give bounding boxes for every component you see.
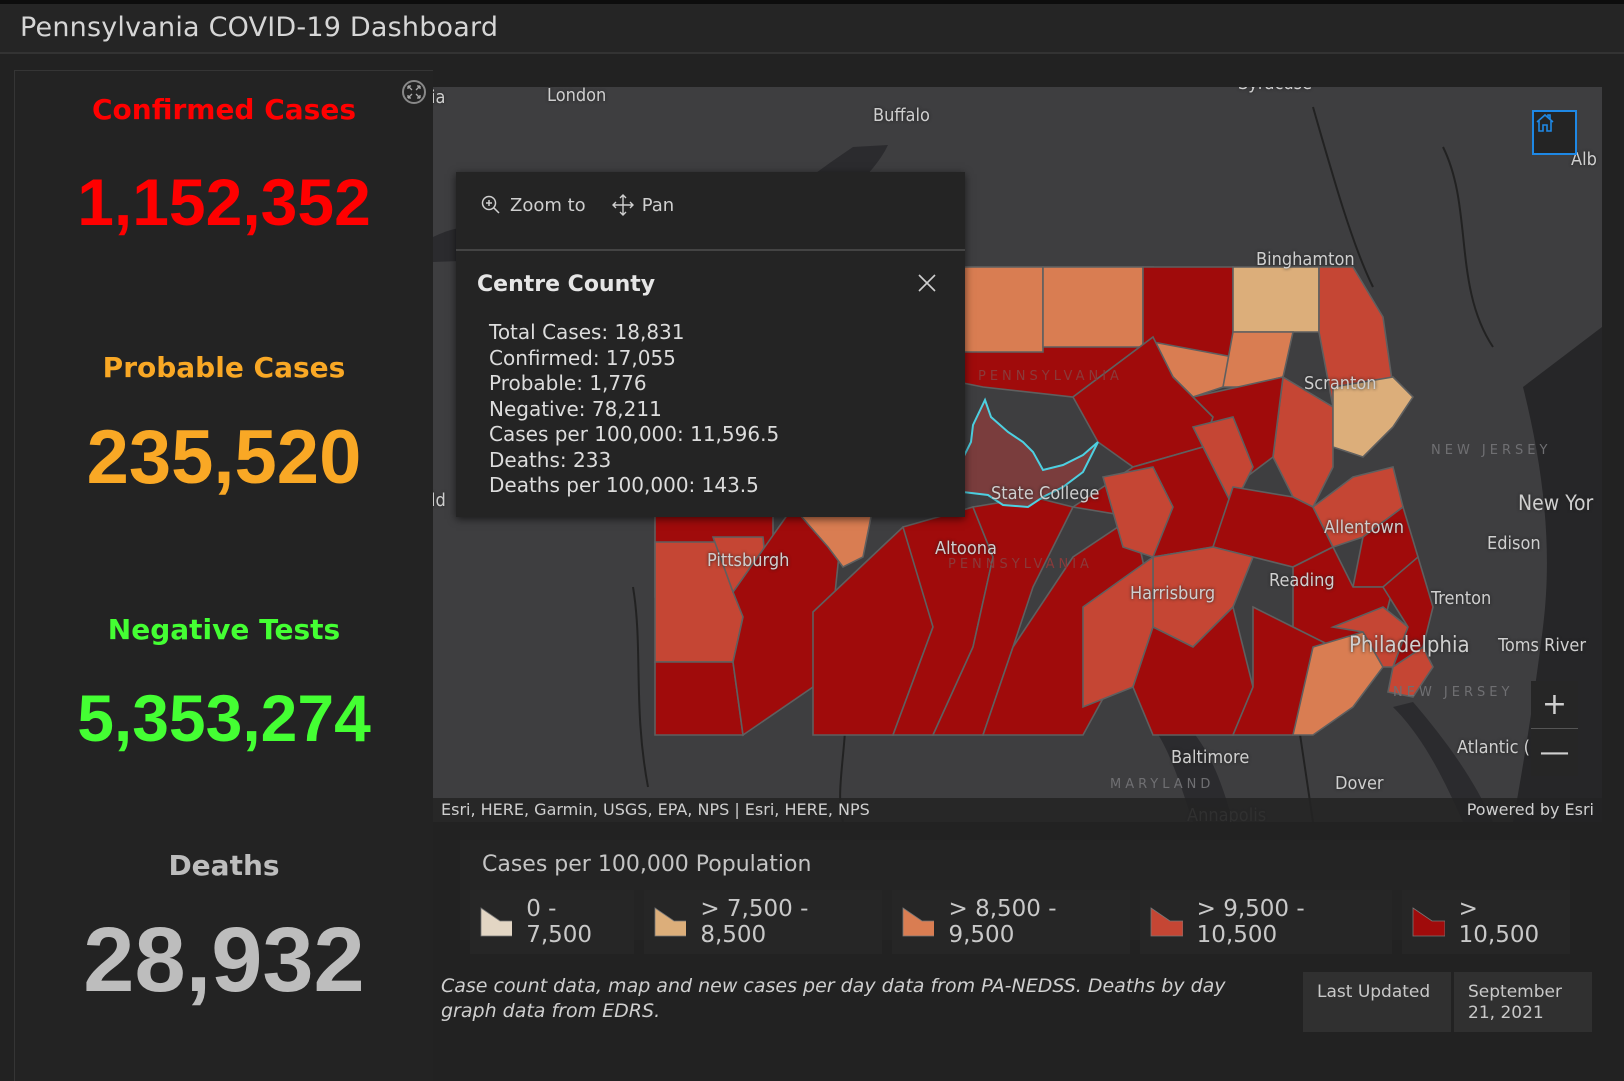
popup-field-probable: Probable: 1,776 — [489, 371, 647, 395]
legend-items: 0 - 7,500 > 7,500 - 8,500 > 8,500 - 9,500 >… — [470, 890, 1571, 954]
legend-label: > 8,500 - 9,500 — [948, 896, 1057, 948]
county-polygon[interactable] — [1042, 266, 1144, 348]
map-label: Syracuse — [1238, 87, 1312, 94]
stat-label: Confirmed Cases — [91, 93, 356, 126]
map-label: ia — [433, 87, 446, 108]
zoom-out-button[interactable]: — — [1531, 729, 1578, 776]
legend-title: Cases per 100,000 Population — [482, 852, 812, 877]
data-source-note: Case count data, map and new cases per d… — [441, 975, 1226, 1022]
region-label: NEW JERSEY — [1393, 685, 1514, 700]
popup-fields: Total Cases: 18,831 Confirmed: 17,055 Pr… — [489, 320, 779, 499]
legend-item: > 7,500 - 8,500 — [644, 890, 883, 954]
legend-label: 0 - 7,500 — [526, 896, 593, 948]
popup-field-cases-per-100k: Cases per 100,000: 11,596.5 — [489, 422, 780, 446]
legend-swatch — [902, 907, 935, 937]
legend-swatch — [654, 907, 687, 937]
map-label: ld — [433, 490, 446, 511]
stat-value: 235,520 — [86, 415, 362, 500]
county-polygon[interactable] — [1272, 375, 1334, 509]
map-legend: Cases per 100,000 Population 0 - 7,500 > … — [460, 840, 1571, 954]
region-label: PENNSYLVANIA — [948, 557, 1093, 572]
map-label: Buffalo — [873, 105, 930, 126]
county-popup: Zoom to Pan Centre County Total Cases: 1… — [456, 172, 965, 517]
map-label: Dover — [1335, 773, 1384, 794]
map-label: Harrisburg — [1130, 583, 1216, 604]
close-icon — [918, 274, 936, 292]
zoom-in-button[interactable]: + — [1531, 681, 1578, 728]
region-label: NEW JERSEY — [1431, 443, 1552, 458]
map-label: Toms River — [1498, 635, 1587, 656]
home-icon — [1536, 113, 1554, 132]
popup-field-deaths-per-100k: Deaths per 100,000: 143.5 — [489, 473, 759, 497]
map-label: Edison — [1487, 533, 1541, 554]
map-label: Allentown — [1324, 517, 1405, 538]
map-label: London — [547, 87, 607, 106]
county-polygon[interactable] — [654, 661, 744, 736]
map-label: Pittsburgh — [707, 550, 790, 571]
county-polygon[interactable] — [962, 266, 1044, 353]
county-polygon[interactable] — [1232, 266, 1320, 333]
expand-icon[interactable] — [402, 80, 426, 104]
stat-deaths: Deaths 28,932 — [15, 849, 433, 1013]
pan-label: Pan — [641, 194, 675, 216]
stat-label: Deaths — [168, 849, 280, 882]
last-updated-label: Last Updated — [1303, 972, 1451, 1032]
legend-item: > 10,500 — [1402, 890, 1571, 954]
last-updated-value: September 21, 2021 — [1454, 972, 1592, 1032]
legend-label: > 10,500 — [1458, 896, 1540, 948]
stat-confirmed-cases: Confirmed Cases 1,152,352 — [15, 93, 433, 240]
map-label: Scranton — [1304, 373, 1377, 394]
map-label: Reading — [1269, 570, 1335, 591]
popup-field-confirmed: Confirmed: 17,055 — [489, 345, 676, 370]
zoom-controls: + — — [1531, 681, 1578, 776]
header-bar: Pennsylvania COVID-19 Dashboard — [0, 4, 1624, 54]
legend-swatch — [1413, 907, 1445, 937]
map-label: Binghamton — [1256, 249, 1355, 270]
map-label: Trenton — [1431, 588, 1492, 609]
map-label: Altoona — [935, 538, 997, 559]
attribution-sources: Esri, HERE, Garmin, USGS, EPA, NPS | Esr… — [441, 800, 870, 819]
map-label: Baltimore — [1171, 747, 1250, 768]
map-attribution: Esri, HERE, Garmin, USGS, EPA, NPS | Esr… — [433, 798, 1602, 822]
popup-divider — [456, 249, 965, 251]
stat-value: 28,932 — [83, 909, 365, 1011]
home-button[interactable] — [1532, 110, 1577, 155]
stat-value: 5,353,274 — [77, 681, 371, 755]
popup-field-total-cases: Total Cases: 18,831 — [489, 320, 685, 344]
last-updated: Last Updated September 21, 2021 — [1303, 972, 1592, 1032]
legend-swatch — [1150, 907, 1183, 937]
stats-panel: Confirmed Cases 1,152,352 Probable Cases… — [14, 70, 433, 1081]
region-label: PENNSYLVANIA — [978, 369, 1123, 384]
region-label: MARYLAND — [1110, 777, 1215, 792]
pan-button[interactable]: Pan — [611, 194, 675, 216]
page-title: Pennsylvania COVID-19 Dashboard — [20, 12, 499, 43]
legend-item: > 9,500 - 10,500 — [1140, 890, 1393, 954]
popup-field-negative: Negative: 78,211 — [489, 396, 662, 421]
zoom-to-button[interactable]: Zoom to — [480, 194, 586, 216]
stat-label: Probable Cases — [102, 351, 346, 384]
legend-item: 0 - 7,500 — [470, 890, 635, 954]
map-label: Philadelphia — [1349, 633, 1470, 658]
zoom-in-magnifier-icon — [481, 195, 500, 214]
fullscreen-arrows-icon — [407, 85, 421, 99]
stat-value: 1,152,352 — [77, 165, 371, 239]
powered-by-esri[interactable]: Powered by Esri — [1467, 800, 1594, 819]
popup-title: Centre County — [477, 272, 656, 297]
map-label: State College — [991, 483, 1100, 504]
stat-label: Negative Tests — [107, 613, 341, 646]
map-label: New Yor — [1518, 491, 1594, 515]
close-button[interactable] — [916, 272, 938, 294]
legend-label: > 9,500 - 10,500 — [1196, 896, 1305, 948]
stat-negative-tests: Negative Tests 5,353,274 — [15, 613, 433, 756]
legend-swatch — [480, 907, 513, 937]
legend-item: > 8,500 - 9,500 — [892, 890, 1131, 954]
pan-move-icon — [611, 194, 634, 216]
popup-actions: Zoom to Pan — [480, 194, 674, 216]
stat-probable-cases: Probable Cases 235,520 — [15, 351, 433, 501]
popup-field-deaths: Deaths: 233 — [489, 447, 612, 472]
map-label: Atlantic ( — [1457, 737, 1531, 758]
zoom-to-label: Zoom to — [510, 194, 586, 216]
legend-label: > 7,500 - 8,500 — [700, 896, 809, 948]
